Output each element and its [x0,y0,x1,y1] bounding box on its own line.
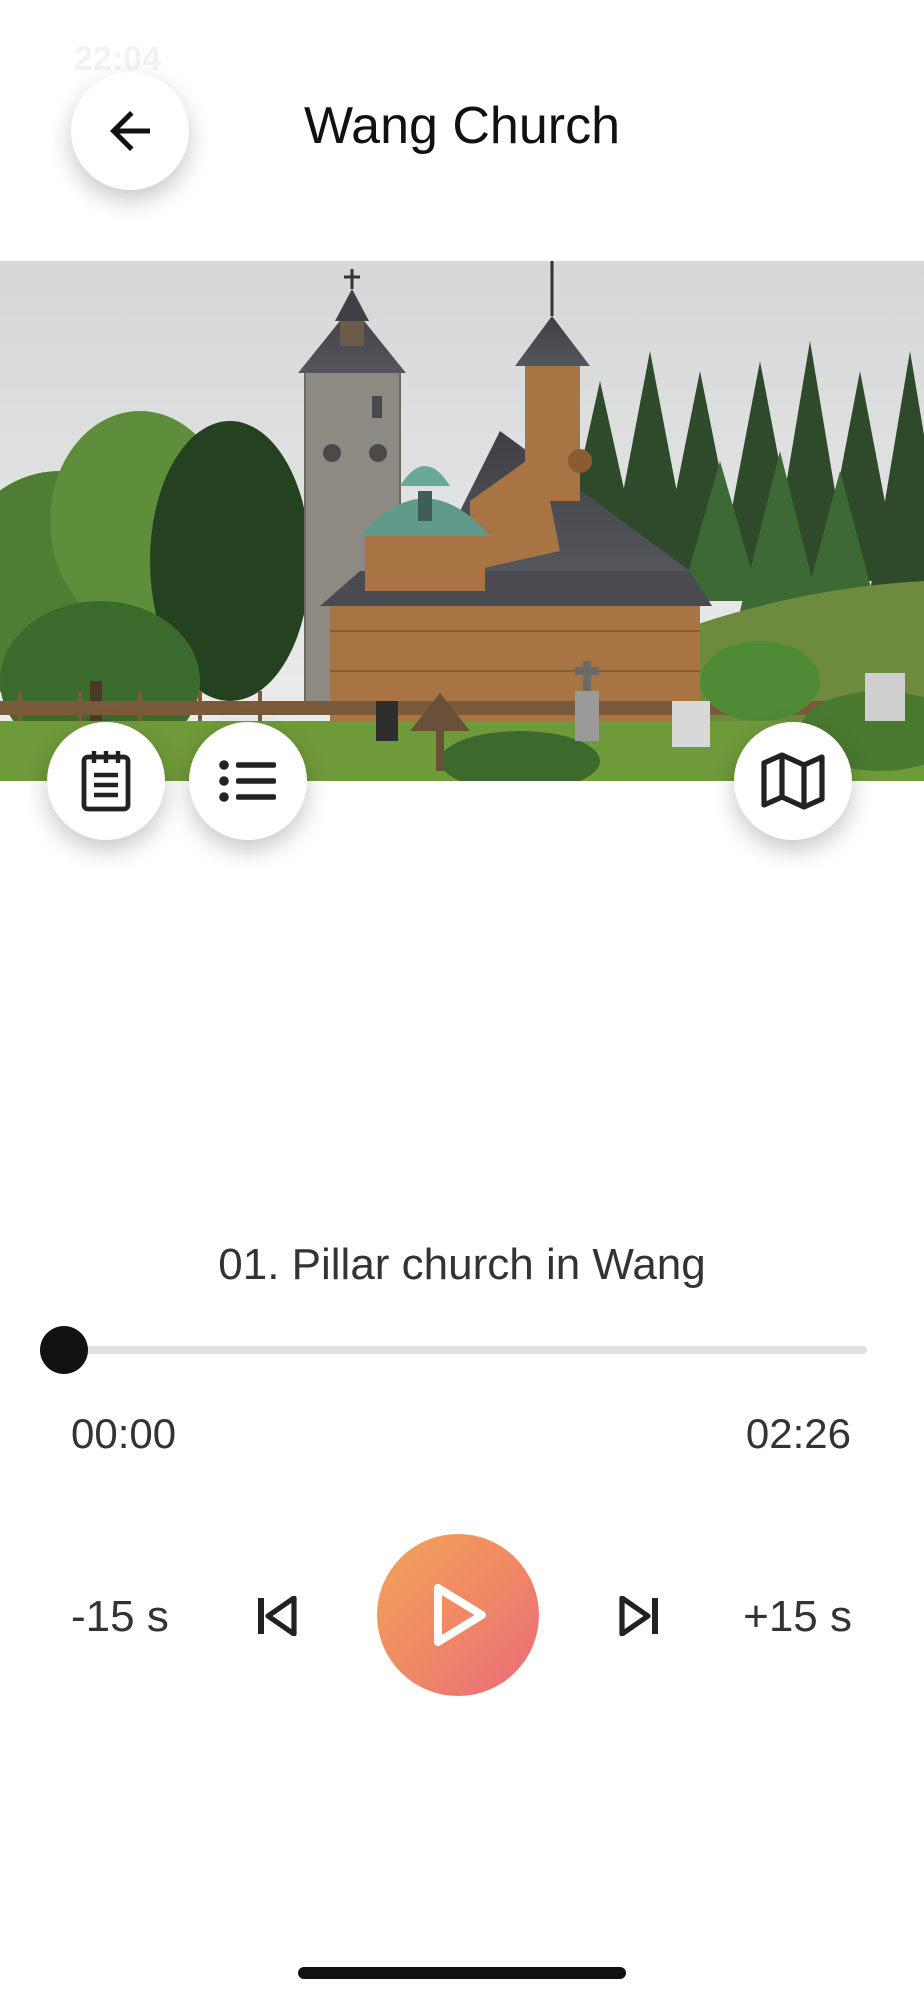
home-indicator [298,1967,626,1979]
play-icon [434,1584,486,1646]
previous-track-button[interactable] [236,1584,316,1648]
skip-previous-icon [258,1596,297,1636]
forward-15-button[interactable]: +15 s [743,1592,852,1642]
notepad-icon [81,751,131,812]
current-time: 00:00 [71,1410,177,1457]
play-button[interactable] [377,1534,539,1696]
progress-thumb[interactable] [40,1326,88,1374]
map-icon [761,752,825,810]
map-button[interactable] [734,722,852,840]
progress-bar[interactable] [56,1346,867,1354]
rewind-15-button[interactable]: -15 s [71,1592,169,1642]
notes-button[interactable] [47,722,165,840]
list-icon [219,760,276,802]
skip-next-icon [619,1596,658,1636]
hero-image [0,261,924,781]
total-time: 02:26 [745,1410,851,1457]
track-title: 01. Pillar church in Wang [218,1240,706,1289]
next-track-button[interactable] [600,1584,680,1648]
chapter-list-button[interactable] [189,722,307,840]
page-title: Wang Church [304,97,620,155]
